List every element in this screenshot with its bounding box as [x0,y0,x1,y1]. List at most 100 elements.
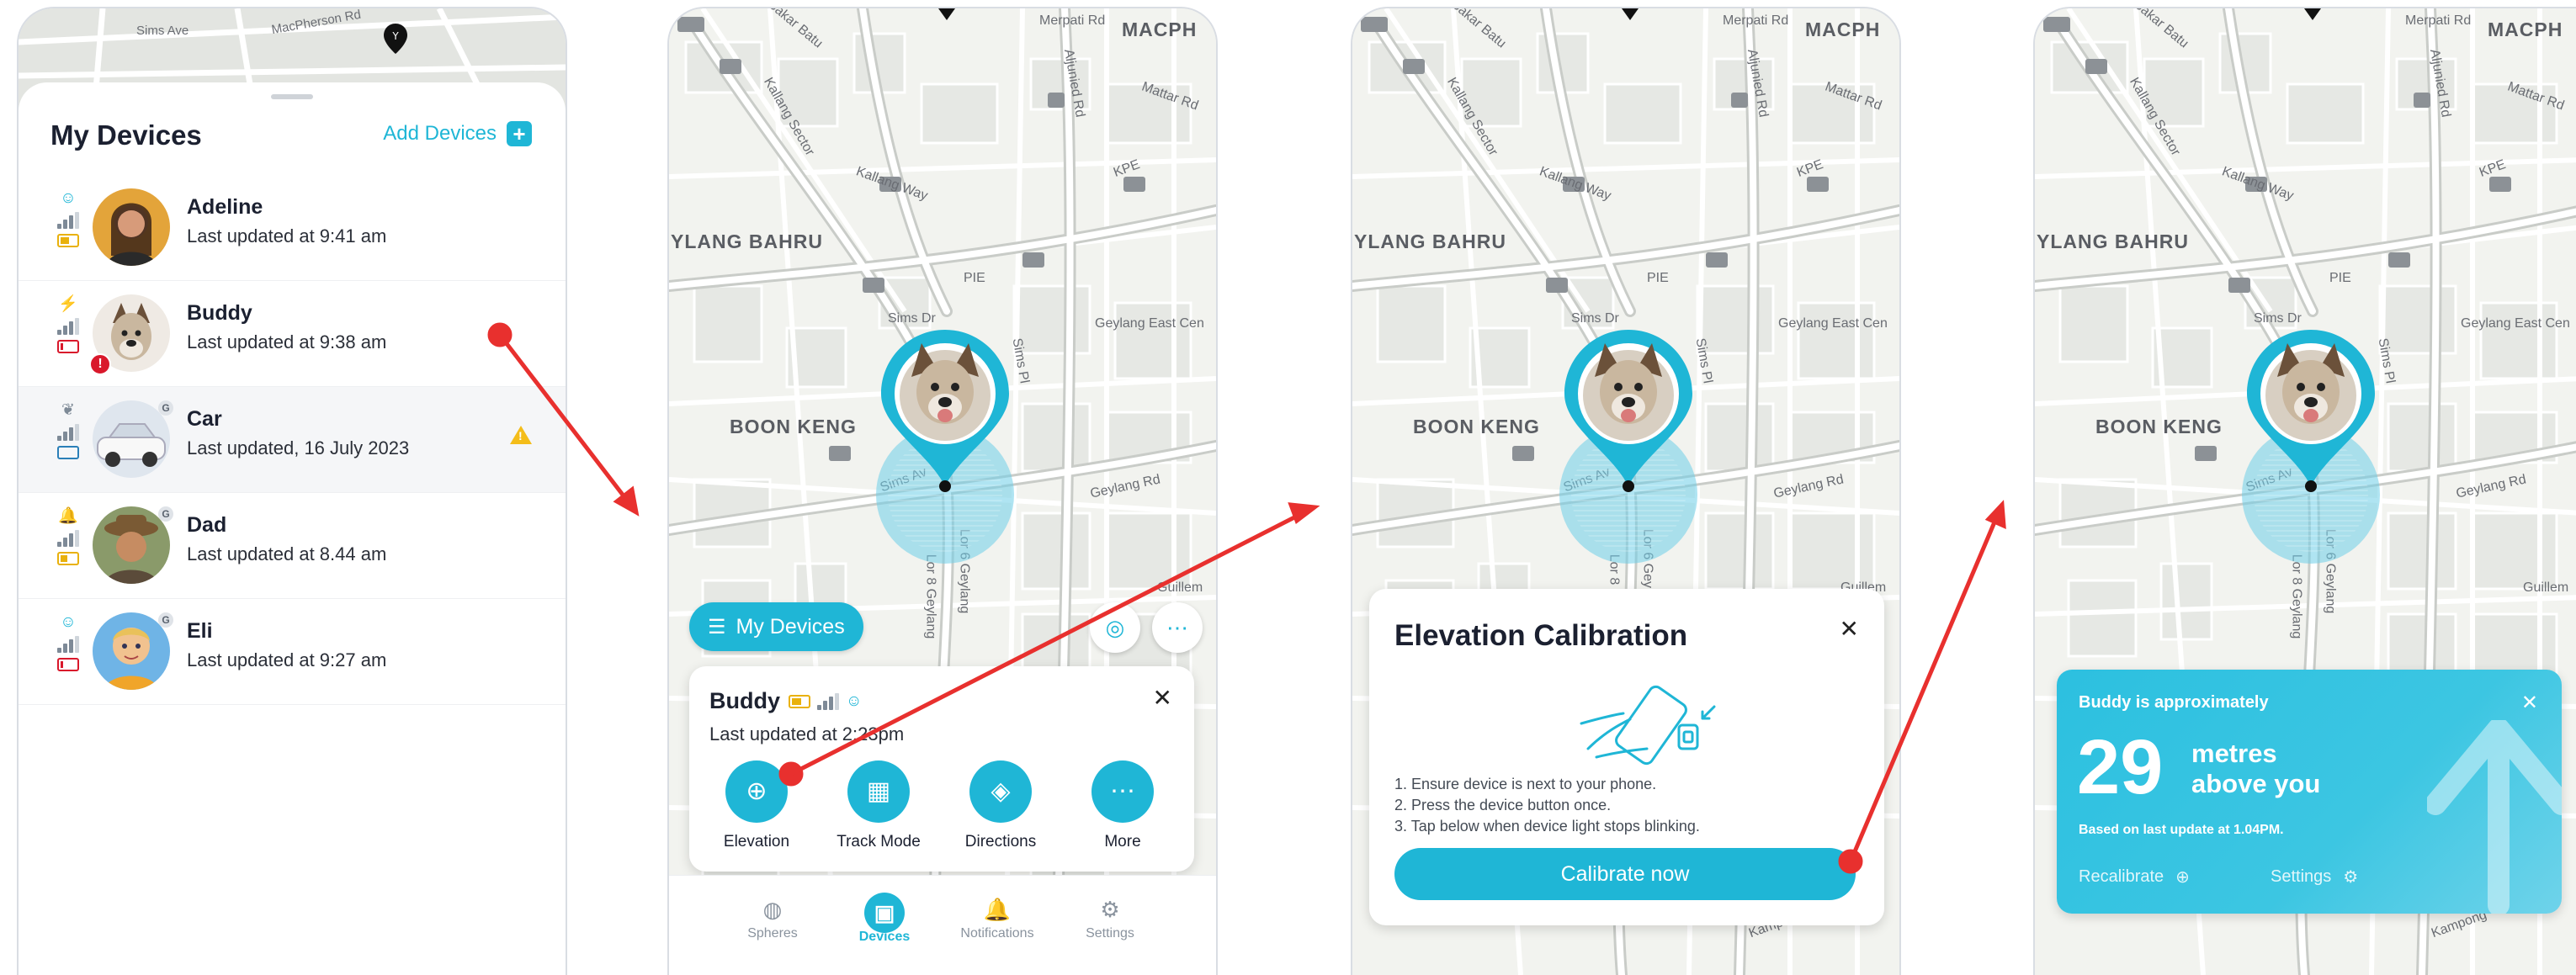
gear-icon: ⚙ [1100,897,1120,922]
dog-pin-icon [881,330,1009,492]
device-row-adeline[interactable]: ☺ Adeline Last updated at 9:41 am [19,175,566,281]
device-row-buddy[interactable]: ⚡! Buddy Last updated at 9:38 am [19,281,566,387]
phone-my-devices: Sims Ave MacPherson Rd Y My Devices Add … [19,8,566,975]
tab-devices[interactable]: ▣ Devices [834,893,935,945]
close-icon: ✕ [1839,616,1859,642]
map-label-sims-dr: Sims Dr [2254,311,2302,326]
tab-bar: ◍ Spheres ▣ Devices 🔔 Notifications ⚙ Settin… [669,875,1216,975]
svg-text:Y: Y [391,30,399,42]
tab-spheres[interactable]: ◍ Spheres [722,893,823,941]
map-label-ylang-bahru: YLANG BAHRU [1354,231,1506,252]
avatar [93,400,170,478]
add-devices-label: Add Devices [383,122,497,145]
close-result-button[interactable]: ✕ [2521,692,2538,715]
lightning-icon: ⚡ [58,295,78,313]
map-label-lor8: Lor 8 Geylang [2289,554,2304,639]
calibration-step-2: 2. Press the device button once. [1394,797,1612,813]
crosshair-icon: ◎ [1105,615,1125,640]
close-dialog-button[interactable]: ✕ [1840,617,1859,641]
card-updated: Last updated at 2:23pm [709,723,905,744]
signal-icon [57,636,79,653]
device-row-dad[interactable]: 🔔 G Dad Last updated at 8.44 am [19,493,566,599]
phone-elevation-calibration: MACPHYLANG BAHRUBOON KENGSims AvGeylang … [1352,8,1899,975]
battery-icon [789,695,810,708]
tab-settings[interactable]: ⚙ Settings [1060,893,1161,941]
map-label-macph: MACPH [1122,19,1198,40]
device-name: Adeline [187,195,263,219]
device-status: ❦ [56,402,81,459]
pet-location-marker[interactable] [1559,326,1697,564]
map-label-guillem: Guillem [2523,580,2569,595]
map-label-sims-dr: Sims Dr [888,311,936,326]
sheet-title: My Devices [50,119,202,151]
recalibrate-button[interactable]: Recalibrate ⊕ [2079,866,2190,888]
more-action[interactable]: ⋯ More [1072,760,1173,851]
device-name: Dad [187,513,227,537]
settings-label: Settings [2271,867,2332,886]
close-card-button[interactable]: ✕ [1153,686,1172,710]
device-row-car[interactable]: ❦ G Car Last updated, 16 July 2023 [19,387,566,493]
map-label-boon-keng: BOON KENG [2095,416,2223,437]
map-label-geylang-east: Geylang East Cen [2461,316,2570,331]
group-badge: G [158,400,173,416]
signal-icon [817,693,839,710]
tab-notifications-label: Notifications [960,926,1034,941]
device-last-updated: Last updated at 9:27 am [187,649,387,670]
directions-icon: ◈ [969,760,1032,823]
calibration-dialog: Elevation Calibration ✕ 1. Ensure device… [1369,589,1884,925]
sheet-grabber[interactable] [271,94,313,99]
device-list: ☺ Adeline Last updated at 9:41 am ⚡! Buddy La… [19,175,566,705]
bell-icon: 🔔 [983,897,1012,922]
tab-devices-label: Devices [858,930,911,944]
dog-pin-icon [1564,330,1692,492]
map-label-macph: MACPH [2488,19,2563,40]
map-label-ylang-bahru: YLANG BAHRU [2037,231,2189,252]
more-map-button[interactable]: ⋯ [1152,602,1203,653]
battery-icon [57,340,79,353]
device-row-eli[interactable]: ☺ G Eli Last updated at 9:27 am [19,599,566,705]
map-label-boon-keng: BOON KENG [1413,416,1540,437]
card-device-name: Buddy [709,688,780,713]
more-icon: ⋯ [1091,760,1154,823]
map-label-sims-dr: Sims Dr [1571,311,1619,326]
locate-button[interactable]: ◎ [1090,602,1140,653]
device-name: Car [187,407,222,431]
my-devices-button[interactable]: ☰ My Devices [689,602,863,651]
settings-button[interactable]: Settings ⚙ [2271,866,2358,888]
signal-icon [57,318,79,335]
pet-location-marker[interactable] [2242,326,2380,564]
list-icon: ☰ [708,615,726,639]
elevation-direction-text: above you [2191,769,2321,798]
phone-device-map: MACPHYLANG BAHRUBOON KENGSims AvGeylang … [669,8,1216,975]
map-pin-icon[interactable]: Y [384,24,407,54]
tab-notifications[interactable]: 🔔 Notifications [947,893,1048,941]
directions-label: Directions [964,833,1037,850]
calibration-step-1: 1. Ensure device is next to your phone. [1394,776,1657,792]
pet-location-marker[interactable] [876,326,1014,564]
up-arrow-icon [2427,720,2562,914]
map-triangle-marker [1622,8,1639,20]
track-mode-action[interactable]: ▦ Track Mode [828,760,929,851]
map-label-merpati: Merpati Rd [2405,13,2472,28]
battery-icon [57,658,79,671]
elevation-result-card: Buddy is approximately ✕ 29 metres above… [2057,670,2562,914]
add-devices-button[interactable]: Add Devices + [383,121,532,146]
device-status: ☺ [56,190,81,247]
map-label-lor8: Lor 8 Geylang [923,554,938,639]
group-badge: G [158,506,173,522]
tab-settings-label: Settings [1086,926,1134,941]
map-label-guillem: Guillem [1157,580,1203,595]
leaf-icon: ❦ [61,401,75,419]
smiley-icon: ☺ [60,613,77,631]
elevation-heading: Buddy is approximately [2079,693,2269,712]
calibrate-now-button[interactable]: Calibrate now [1394,848,1856,900]
map-label-macph: MACPH [1805,19,1881,40]
device-status: ☺ [56,614,81,671]
map-label-pie: PIE [2329,271,2351,285]
directions-action[interactable]: ◈ Directions [950,760,1051,851]
phone-elevation-result: MACPHYLANG BAHRUBOON KENGSims AvGeylang … [2035,8,2576,975]
device-last-updated: Last updated at 9:41 am [187,225,387,246]
elevation-action[interactable]: ⊕ Elevation [706,760,807,851]
signal-icon [57,212,79,229]
more-label: More [1104,833,1141,850]
